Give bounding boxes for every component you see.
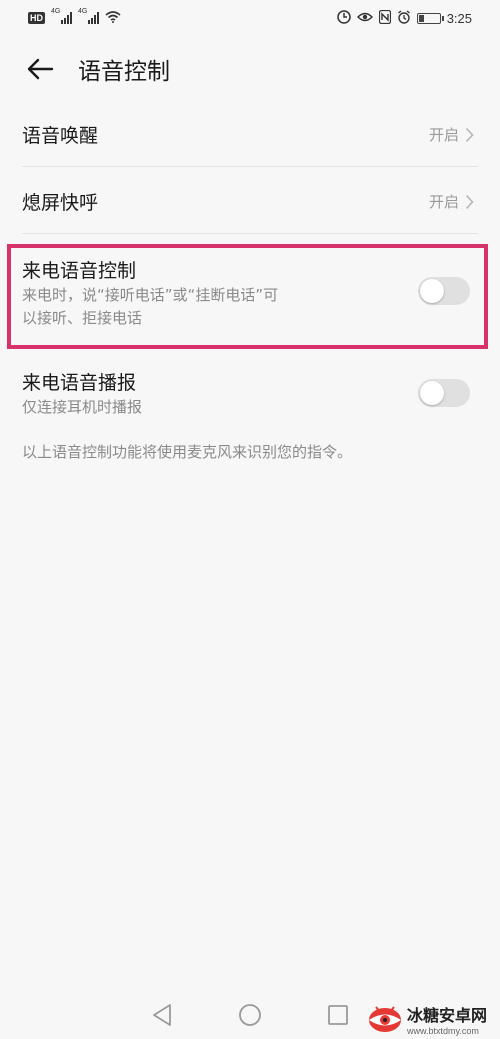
highlight-box (7, 244, 488, 349)
hd-badge: HD (28, 12, 45, 24)
row-value: 开启 (429, 124, 474, 145)
network-type-1: 4G (51, 8, 61, 15)
incoming-voice-announce-toggle[interactable] (418, 379, 470, 407)
wifi-icon (105, 10, 121, 26)
watermark-name: 冰糖安卓网 (407, 1006, 488, 1025)
network-type-2: 4G (78, 8, 88, 15)
alarm-icon (397, 10, 411, 26)
row-title: 来电语音播报 (22, 372, 137, 394)
nav-home-button[interactable] (230, 995, 270, 1035)
battery-icon (416, 12, 444, 24)
watermark-text: 冰糖安卓网 www.btxtdmy.com (407, 1002, 487, 1036)
watermark-url: www.btxtdmy.com (407, 1026, 479, 1036)
watermark: 冰糖安卓网 www.btxtdmy.com (367, 999, 499, 1039)
row-title: 熄屏快呼 (22, 192, 99, 214)
row-voice-wakeup[interactable]: 语音唤醒 开启 (22, 100, 478, 166)
triangle-back-icon (153, 1004, 171, 1026)
nav-recents-button[interactable] (318, 995, 358, 1035)
chevron-right-icon (465, 127, 474, 142)
signal-icon-2: 4G (78, 8, 99, 24)
signal-icon-1: 4G (51, 8, 72, 24)
status-bar: HD 4G 4G 3:25 (0, 0, 500, 36)
status-left: HD 4G 4G (28, 8, 121, 26)
value-label: 开启 (428, 193, 459, 211)
circle-home-icon (239, 1004, 261, 1026)
app-bar: 语音控制 (0, 36, 500, 102)
settings-list: 语音唤醒 开启 熄屏快呼 开启 来电语音控制 来电时，说“接听电话”或“挂断电话… (0, 100, 500, 999)
value-label: 开启 (428, 126, 459, 144)
footer-note: 以上语音控制功能将使用麦克风来识别您的指令。 (22, 443, 353, 461)
eye-comfort-icon (356, 11, 373, 25)
row-title: 语音唤醒 (22, 125, 99, 147)
nfc-icon (378, 9, 391, 26)
back-button[interactable] (0, 36, 80, 102)
toggle-knob (420, 381, 444, 405)
back-arrow-icon (27, 58, 54, 80)
status-right: 3:25 (336, 9, 472, 26)
watermark-logo-icon (369, 1006, 401, 1032)
data-saver-icon (336, 10, 351, 26)
row-incoming-voice-announce[interactable]: 来电语音播报 仅连接耳机时播报 (22, 356, 478, 426)
square-recents-icon (328, 1005, 348, 1025)
nav-back-button[interactable] (142, 995, 182, 1035)
clock: 3:25 (446, 10, 472, 26)
page-title: 语音控制 (78, 59, 170, 85)
row-value: 开启 (429, 191, 474, 212)
chevron-right-icon (465, 194, 474, 209)
row-subtitle-line1: 仅连接耳机时播报 (22, 398, 143, 416)
row-screen-off-call[interactable]: 熄屏快呼 开启 (22, 167, 478, 233)
